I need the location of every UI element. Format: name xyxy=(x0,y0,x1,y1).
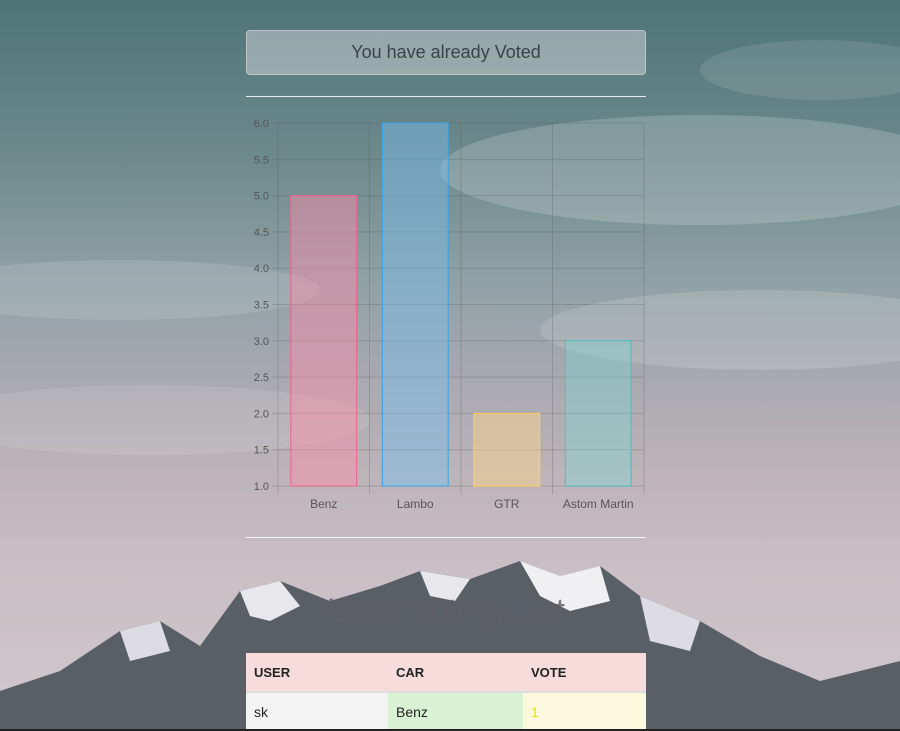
bar-benz[interactable] xyxy=(290,195,358,487)
bar-astom-martin[interactable] xyxy=(564,340,632,487)
y-tick-label: 2.5 xyxy=(254,372,269,384)
bar-lambo[interactable] xyxy=(381,122,449,487)
already-voted-button[interactable]: You have already Voted xyxy=(246,30,646,75)
y-tick-label: 2.0 xyxy=(254,408,269,420)
x-tick-label: Lambo xyxy=(397,497,434,511)
cell-car: Benz xyxy=(388,692,523,731)
y-tick-label: 5.5 xyxy=(254,154,269,166)
column-car: CAR xyxy=(388,653,523,693)
y-tick-label: 1.0 xyxy=(254,481,269,493)
cell-vote: 1 xyxy=(523,692,646,731)
divider-top xyxy=(246,96,646,97)
column-user: USER xyxy=(246,653,388,693)
cell-user: sk xyxy=(246,692,388,731)
y-tick-label: 5.0 xyxy=(254,191,269,203)
voting-table: USER CAR VOTE sk Benz 1 xyxy=(246,653,646,731)
table-row: sk Benz 1 xyxy=(246,692,646,731)
bar-gtr[interactable] xyxy=(473,412,541,487)
x-tick-label: Astom Martin xyxy=(563,497,634,511)
y-tick-label: 3.0 xyxy=(254,336,269,348)
table-header-row: USER CAR VOTE xyxy=(246,653,646,693)
y-tick-label: 6.0 xyxy=(254,118,269,130)
x-tick-label: Benz xyxy=(310,497,337,511)
column-vote: VOTE xyxy=(523,653,646,693)
y-tick-label: 1.5 xyxy=(254,445,269,457)
x-tick-label: GTR xyxy=(494,497,520,511)
y-tick-label: 3.5 xyxy=(254,300,269,312)
y-tick-label: 4.0 xyxy=(254,263,269,275)
divider-bottom xyxy=(246,537,646,538)
votes-bar-chart: 6.0 5.5 5.0 4.5 4.0 3.5 3.0 2.5 2.0 1.5 1.0 Benz Lam… xyxy=(254,118,645,511)
y-tick-label: 4.5 xyxy=(254,227,269,239)
voting-list-heading: User Voting List xyxy=(326,592,566,630)
